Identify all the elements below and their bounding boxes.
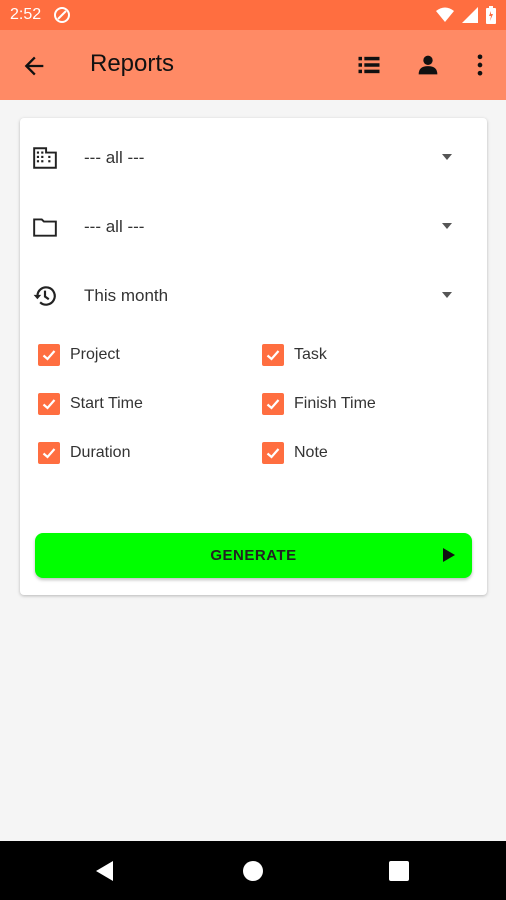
checkbox-label: Finish Time <box>294 395 376 412</box>
checkbox-label: Note <box>294 444 328 461</box>
notification-icon <box>54 7 71 23</box>
checkbox-note[interactable]: Note <box>262 440 328 466</box>
checkbox-label: Project <box>70 346 120 363</box>
system-nav-bar <box>0 841 506 900</box>
company-dropdown-value: --- all --- <box>84 148 145 167</box>
checkbox-label: Duration <box>70 444 131 461</box>
checkbox-finish-time[interactable]: Finish Time <box>262 391 376 417</box>
dropdown-arrow-icon <box>442 292 452 298</box>
person-icon[interactable] <box>414 51 442 79</box>
more-vert-icon[interactable] <box>466 51 494 79</box>
checkbox-duration[interactable]: Duration <box>38 440 130 466</box>
battery-icon <box>486 6 496 24</box>
checkbox-checked-icon[interactable] <box>38 344 60 366</box>
history-icon <box>33 286 56 306</box>
play-icon <box>443 548 455 562</box>
report-settings-card: --- all --- --- all --- This month Proje… <box>20 118 487 595</box>
building-icon <box>33 147 57 169</box>
status-time: 2:52 <box>10 6 42 23</box>
period-dropdown-value: This month <box>84 286 169 305</box>
checkbox-label: Task <box>294 346 327 363</box>
checkbox-checked-icon[interactable] <box>38 393 60 415</box>
nav-back-icon[interactable] <box>93 859 117 883</box>
folder-icon <box>33 218 57 237</box>
page-title: Reports <box>90 50 175 77</box>
signal-icon <box>462 7 478 23</box>
wifi-icon <box>436 7 454 22</box>
checkbox-checked-icon[interactable] <box>262 344 284 366</box>
checkbox-checked-icon[interactable] <box>262 442 284 464</box>
generate-button[interactable]: GENERATE <box>35 533 472 578</box>
list-icon[interactable] <box>355 51 383 79</box>
company-dropdown[interactable]: --- all --- <box>20 133 487 183</box>
project-dropdown-value: --- all --- <box>84 217 145 236</box>
dropdown-arrow-icon <box>442 223 452 229</box>
project-dropdown[interactable]: --- all --- <box>20 202 487 252</box>
nav-home-icon[interactable] <box>241 859 265 883</box>
app-bar: Reports <box>0 30 506 100</box>
dropdown-arrow-icon <box>442 154 452 160</box>
checkbox-checked-icon[interactable] <box>262 393 284 415</box>
nav-recents-icon[interactable] <box>387 859 411 883</box>
checkbox-checked-icon[interactable] <box>38 442 60 464</box>
checkbox-start-time[interactable]: Start Time <box>38 391 143 417</box>
checkbox-label: Start Time <box>70 395 143 412</box>
generate-button-label: GENERATE <box>210 547 297 564</box>
period-dropdown[interactable]: This month <box>20 271 487 321</box>
checkbox-project[interactable]: Project <box>38 342 120 368</box>
status-bar: 2:52 <box>0 0 506 30</box>
checkbox-task[interactable]: Task <box>262 342 327 368</box>
back-arrow-icon[interactable] <box>20 52 48 80</box>
